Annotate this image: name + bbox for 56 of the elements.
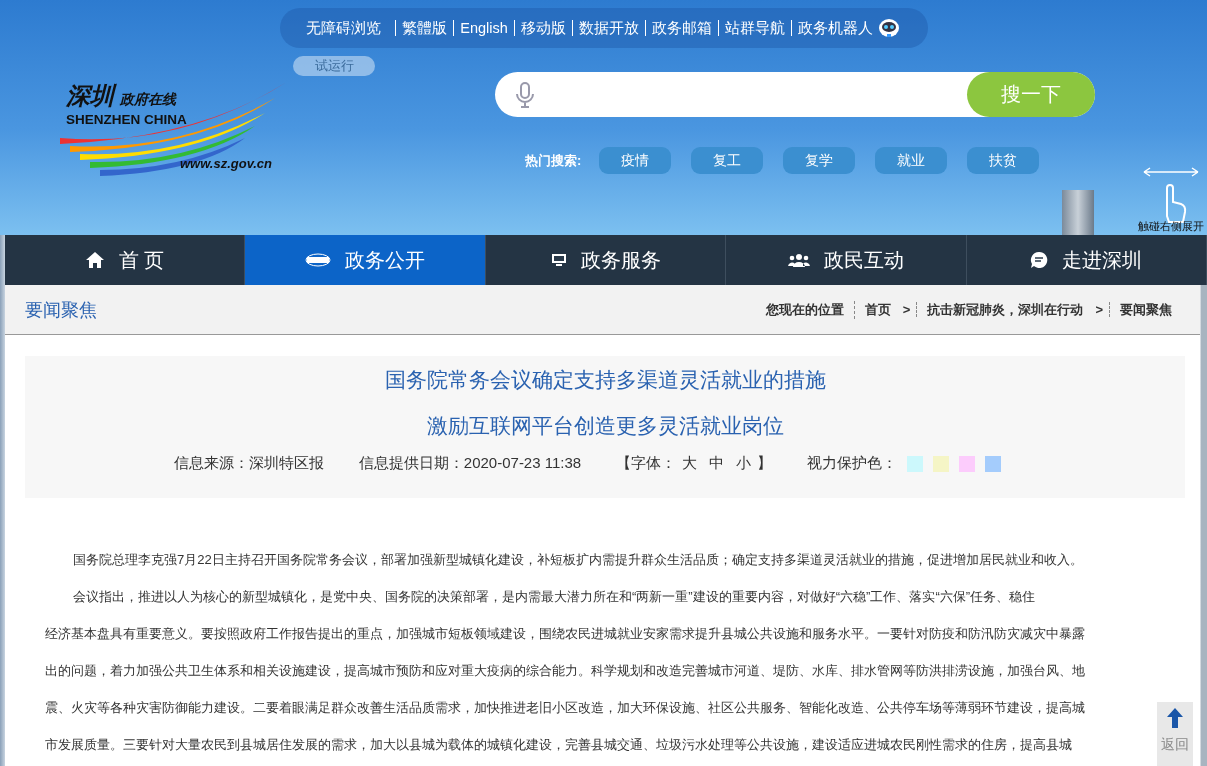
font-size-option[interactable]: 小 xyxy=(736,454,752,473)
paragraph-line: 出的问题，着力加强公共卫生体系和相关设施建设，提高城市预防和应对重大疫病的综合能力。科学规划和改造完善城市河道、堤防、水库、排水管网等防洪排涝设施，加强台风、地 xyxy=(45,662,1085,680)
paragraph-line: 会议指出，推进以人为核心的新型城镇化，是党中央、国务院的决策部署，是内需最大潜力所在和“两新一重”建设的重要内容，对做好“六稳”工作、落实“六保”任务、稳住 xyxy=(72,588,1036,606)
back-to-top-button[interactable]: 返回 xyxy=(1157,702,1193,766)
top-link[interactable]: 繁體版 xyxy=(402,18,448,38)
logo-url: www.sz.gov.cn xyxy=(180,156,272,171)
article-date: 信息提供日期：2020-07-23 11:38 xyxy=(358,454,582,473)
top-link[interactable]: 站群导航 xyxy=(724,18,785,38)
hot-search-tag[interactable]: 扶贫 xyxy=(967,147,1040,174)
home-icon xyxy=(84,251,105,269)
paragraph-line: 国务院总理李克强7月22日主持召开国务院常务会议，部署加强新型城镇化建设，补短板扩内需提升群众生活品质；确定支持多渠道灵活就业的措施，促进增加居民就业和收入。 xyxy=(72,551,1083,569)
paragraph-line: 市发展质量。三要针对大量农民到县城居住发展的需求，加大以县城为载体的城镇化建设，完善县城交通、垃圾污水处理等公共设施，建设适应进城农民刚性需求的住房，提高县城 xyxy=(45,736,1072,754)
trial-badge: 试运行 xyxy=(293,56,375,76)
top-link[interactable]: 数据开放 xyxy=(578,18,639,38)
breadcrumb-separator: > xyxy=(1091,302,1110,317)
breadcrumb-link[interactable]: 首页 xyxy=(854,300,899,319)
eye-care-label: 视力保护色： xyxy=(807,454,898,473)
logo-english-text: SHENZHEN CHINA xyxy=(66,112,187,127)
nav-tab[interactable]: 政务公开 xyxy=(245,235,486,285)
color-swatch[interactable] xyxy=(933,455,950,472)
hot-search-tag[interactable]: 就业 xyxy=(875,147,948,174)
microphone-icon[interactable] xyxy=(515,81,535,108)
hot-search-label: 热门搜索: xyxy=(525,151,582,170)
up-arrow-icon xyxy=(1167,708,1183,728)
paragraph-line: 震、火灾等各种灾害防御能力建设。二要着眼满足群众改善生活品质需求，加快推进老旧小区改造，加大环保设施、社区公共服务、智能化改造、公共停车场等薄弱环节建设，提高城 xyxy=(45,699,1085,717)
hot-search-tag[interactable]: 复工 xyxy=(691,147,764,174)
hot-search-tag[interactable]: 复学 xyxy=(783,147,856,174)
robot-icon[interactable] xyxy=(876,17,901,39)
top-link[interactable]: 政务机器人 xyxy=(797,18,873,38)
breadcrumb-link[interactable]: 抗击新冠肺炎，深圳在行动 xyxy=(917,300,1092,319)
article-title: 国务院常务会议确定支持多渠道灵活就业的措施 xyxy=(384,367,826,393)
breadcrumb-separator: > xyxy=(898,302,918,317)
section-title: 要闻聚焦 xyxy=(25,298,97,322)
article-source: 信息来源：深圳特区报 xyxy=(173,454,324,473)
tower-photo-placeholder xyxy=(1062,190,1094,235)
hot-search-tag[interactable]: 疫情 xyxy=(599,147,672,174)
color-swatch[interactable] xyxy=(959,455,976,472)
font-size-option[interactable]: 大 xyxy=(682,454,698,473)
monitor-icon xyxy=(550,253,567,267)
people-icon xyxy=(787,253,810,267)
article-title: 激励互联网平台创造更多灵活就业岗位 xyxy=(426,413,784,439)
font-size-label: 【字体： xyxy=(616,454,677,473)
color-swatch[interactable] xyxy=(985,455,1002,472)
bracket-text: 】 xyxy=(757,454,773,473)
top-link[interactable]: 政务邮箱 xyxy=(651,18,712,38)
top-link[interactable]: English xyxy=(460,20,508,36)
chat-bubble-icon xyxy=(1030,251,1049,269)
top-link[interactable]: 移动版 xyxy=(520,18,566,38)
font-size-option[interactable]: 中 xyxy=(709,454,725,473)
breadcrumb-label: 您现在的位置 xyxy=(765,300,855,319)
breadcrumb-link[interactable]: 要闻聚焦 xyxy=(1110,300,1180,319)
paragraph-line: 经济基本盘具有重要意义。要按照政府工作报告提出的重点，加强城市短板领域建设，围绕农民进城就业安家需求提升县城公共设施和服务水平。一要针对防疫和防汛防灾减灾中暴露 xyxy=(45,625,1085,643)
side-expand-hint: 触碰右侧展开 xyxy=(1138,220,1204,234)
top-link[interactable]: 无障碍浏览 xyxy=(306,18,382,38)
logo-tagline: 政府在线 xyxy=(120,91,176,109)
color-swatch[interactable] xyxy=(907,455,924,472)
